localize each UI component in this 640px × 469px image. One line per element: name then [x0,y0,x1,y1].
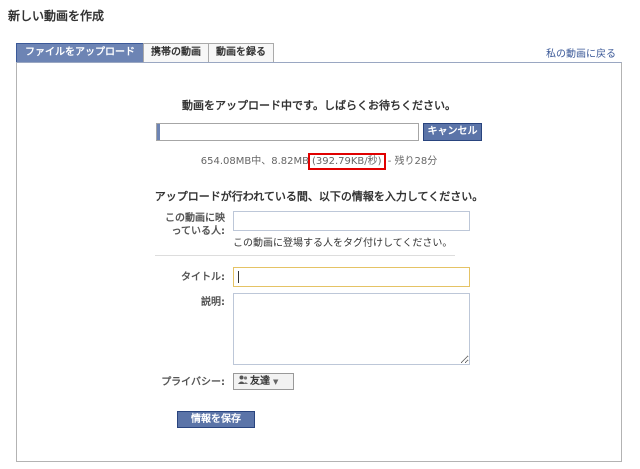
form-heading: アップロードが行われている間、以下の情報を入力してください。 [154,190,484,203]
save-info-button[interactable]: 情報を保存 [177,411,255,428]
progress-amount: 654.08MB中、8.82MB [200,156,309,167]
privacy-label: プライバシー: [161,377,225,388]
tag-label: この動画に映 っている人: [137,212,225,238]
time-remaining: - 残り28分 [384,156,438,167]
upload-panel: 動画をアップロード中です。しばらくお待ちください。 キャンセル 654.08MB… [16,62,622,462]
chevron-down-icon: ▼ [273,378,279,386]
tab-record-video[interactable]: 動画を録る [208,43,274,62]
cancel-button[interactable]: キャンセル [423,123,482,141]
people-icon [238,375,248,390]
upload-status-text: 動画をアップロード中です。しばらくお待ちください。 [182,99,456,112]
title-label: タイトル: [181,272,225,283]
text-caret [238,271,239,283]
description-textarea[interactable] [233,293,470,365]
privacy-value: 友達 [250,376,270,387]
tab-upload-file[interactable]: ファイルをアップロード [16,43,144,62]
upload-progress-fill [157,124,161,140]
upload-progress-text: 654.08MB中、8.82MB (392.79KB/秒) - 残り28分 [17,152,621,170]
my-videos-link[interactable]: 私の動画に戻る [546,45,616,60]
privacy-dropdown[interactable]: 友達 ▼ [233,373,294,390]
tag-label-line1: この動画に映 [165,213,225,224]
page-title: 新しい動画を作成 [8,9,105,23]
tag-hint: この動画に登場する人をタグ付けしてください。 [233,238,453,249]
upload-progress-bar [156,123,419,141]
upload-tabs: ファイルをアップロード 携帯の動画 動画を録る [16,43,274,62]
description-label: 説明: [201,297,225,308]
tag-people-input[interactable] [233,211,470,231]
upload-rate: (392.79KB/秒) [307,153,386,170]
tab-mobile-video[interactable]: 携帯の動画 [143,43,209,62]
title-input[interactable] [233,267,470,287]
form-divider [155,255,455,256]
tag-label-line2: っている人: [171,226,226,237]
